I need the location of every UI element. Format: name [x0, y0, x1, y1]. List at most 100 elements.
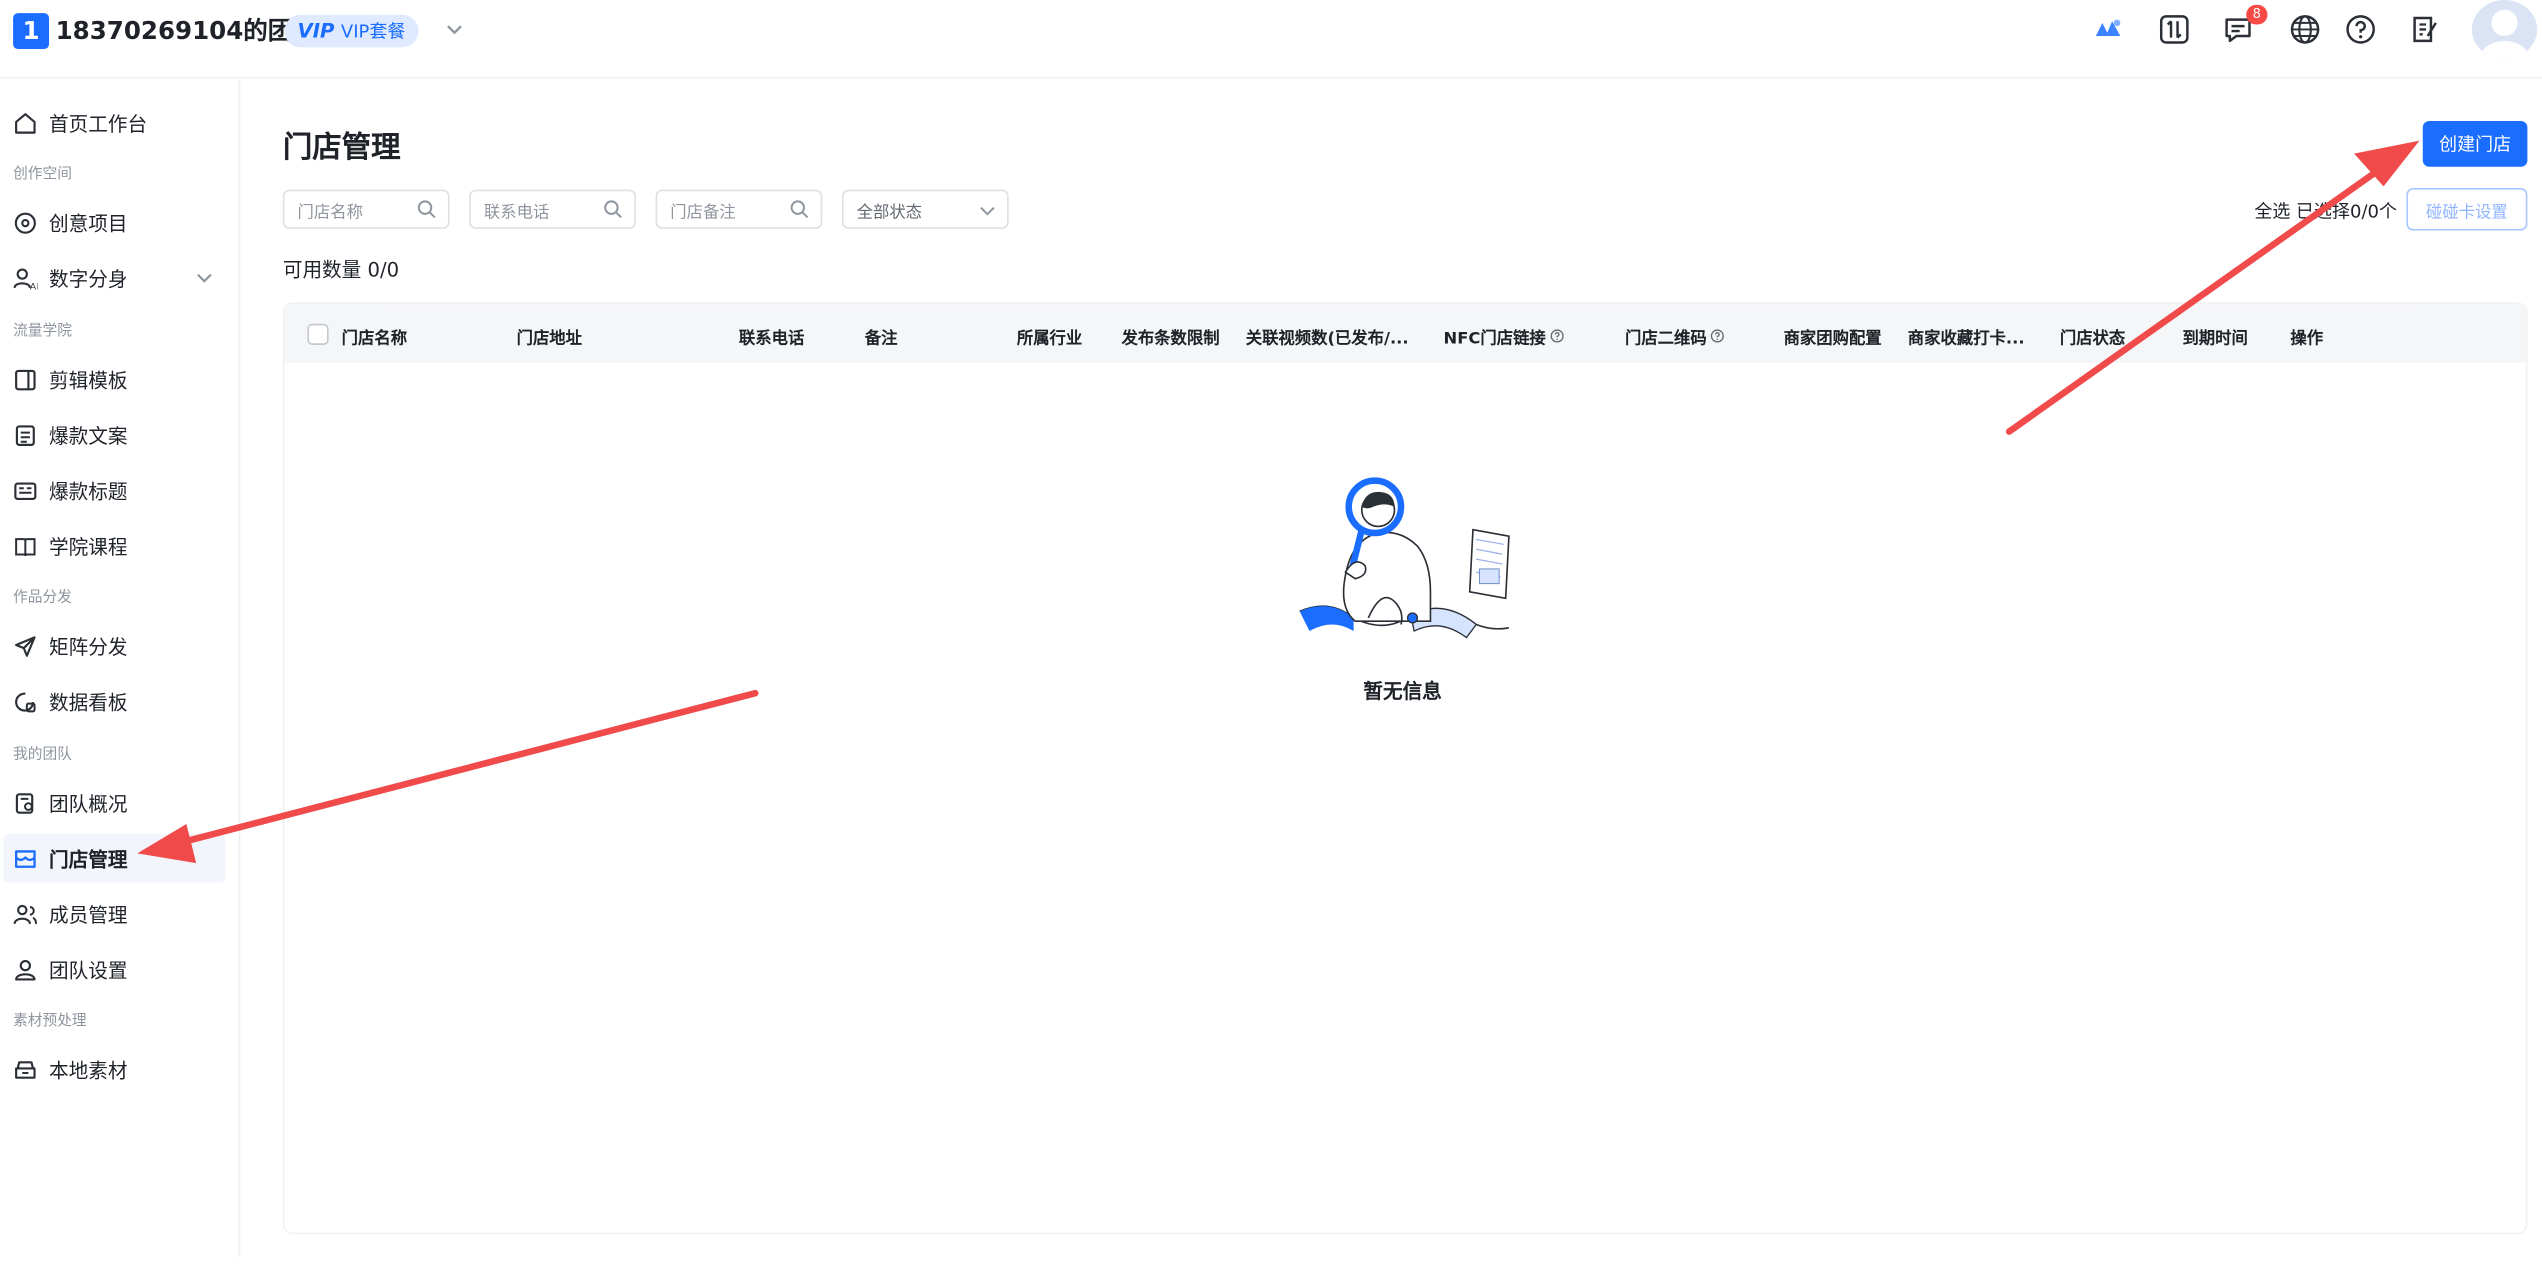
sidebar-group-label: 流量学院 [13, 323, 72, 341]
column-header: 到期时间 [2182, 330, 2248, 349]
column-header: 门店名称 [341, 330, 408, 349]
nfc-card-settings-button[interactable]: 碰碰卡设置 [2406, 188, 2528, 231]
transfer-icon[interactable] [2158, 13, 2191, 46]
sidebar-item-team-settings[interactable]: 团队设置 [3, 945, 225, 994]
sidebar-group-label: 我的团队 [13, 747, 72, 764]
column-header: NFC门店链接 [1444, 324, 1564, 348]
sidebar: 首页工作台 创作空间 创意项目 AI 数字分身 流量学院 剪辑模板 爆款文案 爆… [0, 80, 241, 1258]
user-silhouette-icon [2479, 9, 2530, 59]
sidebar-item-store-management[interactable]: 门店管理 [3, 833, 226, 883]
select-all-status[interactable]: 全选 已选择0/0个 [2254, 198, 2397, 224]
sidebar-item-label: 学院课程 [49, 535, 128, 559]
sidebar-item-label: 门店管理 [49, 847, 128, 871]
sidebar-item-local-materials[interactable]: 本地素材 [3, 1045, 225, 1094]
column-header: 操作 [2290, 330, 2324, 349]
vip-package-label: VIP套餐 [340, 21, 406, 43]
vip-mark: VIP [297, 19, 335, 43]
info-icon[interactable] [1710, 329, 1725, 344]
compass-icon [14, 211, 36, 233]
chevron-down-icon[interactable] [196, 271, 212, 284]
select-value: 全部状态 [856, 203, 923, 222]
sidebar-item-digital-avatar[interactable]: AI 数字分身 [3, 253, 225, 302]
empty-state-text: 暂无信息 [1363, 680, 1442, 703]
column-header: 联系电话 [738, 330, 805, 349]
globe-icon[interactable] [2289, 13, 2322, 46]
sidebar-item-hot-copy[interactable]: 爆款文案 [3, 410, 225, 459]
sidebar-group-label: 作品分发 [13, 590, 72, 607]
sidebar-item-label: 爆款标题 [49, 479, 128, 503]
column-header: 门店状态 [2059, 330, 2126, 349]
folder-icon [15, 1060, 36, 1078]
book-icon [15, 537, 36, 556]
info-icon[interactable] [1549, 329, 1564, 344]
avatar-ai-icon: AI [13, 267, 38, 291]
template-icon [15, 369, 36, 390]
sidebar-item-hot-titles[interactable]: 爆款标题 [3, 466, 225, 515]
column-header: 门店地址 [516, 330, 582, 349]
sidebar-item-label: 首页工作台 [49, 111, 148, 135]
team-name[interactable]: 18370269104的团队 [56, 13, 317, 49]
help-icon[interactable] [2344, 13, 2377, 46]
ai-assistant-icon[interactable] [2093, 13, 2126, 46]
user-settings-icon [15, 959, 36, 980]
sidebar-item-label: 爆款文案 [49, 424, 128, 448]
available-count: 可用数量 0/0 [282, 258, 400, 282]
chevron-down-icon[interactable] [445, 21, 465, 37]
column-header: 商家收藏打卡... [1907, 330, 2025, 349]
user-avatar[interactable] [2471, 0, 2538, 59]
column-header: 商家团购配置 [1783, 330, 1882, 349]
sidebar-item-label: 团队设置 [49, 958, 128, 982]
document-icon [15, 424, 35, 446]
vip-badge[interactable]: VIP VIP套餐 [284, 14, 419, 48]
send-icon [15, 635, 36, 657]
create-store-button[interactable]: 创建门店 [2422, 120, 2528, 167]
sidebar-item-matrix-distribution[interactable]: 矩阵分发 [3, 621, 225, 670]
sidebar-group-label: 创作空间 [13, 166, 72, 184]
team-logo[interactable]: 1 [13, 13, 50, 50]
sidebar-group-label: 素材预处理 [13, 1013, 87, 1030]
column-header: 发布条数限制 [1121, 330, 1220, 349]
select-all-checkbox[interactable] [307, 323, 329, 345]
sidebar-item-label: 剪辑模板 [49, 368, 128, 392]
sidebar-item-label: 数据看板 [49, 690, 128, 714]
chart-icon [15, 691, 36, 712]
sidebar-item-home[interactable]: 首页工作台 [3, 98, 225, 147]
sidebar-item-member-management[interactable]: 成员管理 [3, 889, 225, 938]
message-count-badge: 8 [2246, 4, 2268, 25]
search-icon [417, 200, 436, 219]
notes-icon[interactable] [2408, 13, 2441, 46]
search-icon [790, 200, 809, 219]
store-table: 门店名称 门店地址 联系电话 备注 所属行业 发布条数限制 关联视频数(已发布/… [282, 302, 2528, 1235]
home-icon [15, 112, 36, 133]
members-icon [13, 904, 38, 924]
sidebar-item-courses[interactable]: 学院课程 [3, 522, 225, 571]
column-header: 关联视频数(已发布/... [1245, 330, 1409, 349]
phone-search-input[interactable]: 联系电话 [469, 189, 636, 229]
status-select[interactable]: 全部状态 [841, 189, 1009, 229]
sidebar-item-label: 数字分身 [49, 267, 128, 291]
sidebar-item-label: 创意项目 [49, 211, 128, 235]
store-name-search-input[interactable]: 门店名称 [282, 189, 450, 229]
title-icon [14, 481, 37, 500]
chevron-down-icon [980, 206, 995, 216]
search-icon [604, 200, 622, 219]
input-placeholder: 联系电话 [483, 203, 550, 222]
sidebar-item-creative-projects[interactable]: 创意项目 [3, 198, 225, 247]
sidebar-item-label: 本地素材 [49, 1058, 128, 1082]
empty-state-illustration [1299, 477, 1510, 639]
sidebar-item-edit-templates[interactable]: 剪辑模板 [3, 355, 225, 404]
sidebar-item-team-overview[interactable]: 团队概况 [3, 778, 225, 827]
top-bar: 1 18370269104的团队 VIP VIP套餐 8 [0, 0, 2542, 79]
table-header: 门店名称 门店地址 联系电话 备注 所属行业 发布条数限制 关联视频数(已发布/… [284, 304, 2526, 363]
remark-search-input[interactable]: 门店备注 [655, 189, 823, 229]
column-header: 备注 [864, 330, 898, 349]
sidebar-item-label: 矩阵分发 [49, 635, 128, 659]
team-overview-icon [15, 792, 34, 813]
column-header: 所属行业 [1016, 330, 1083, 349]
input-placeholder: 门店名称 [297, 203, 363, 222]
input-placeholder: 门店备注 [670, 203, 736, 222]
page-title: 门店管理 [282, 130, 401, 166]
app-window: 1 18370269104的团队 VIP VIP套餐 8 首页工作台 创作空间 … [0, 0, 2542, 1272]
sidebar-item-data-board[interactable]: 数据看板 [3, 677, 225, 726]
svg-text:AI: AI [30, 281, 38, 291]
